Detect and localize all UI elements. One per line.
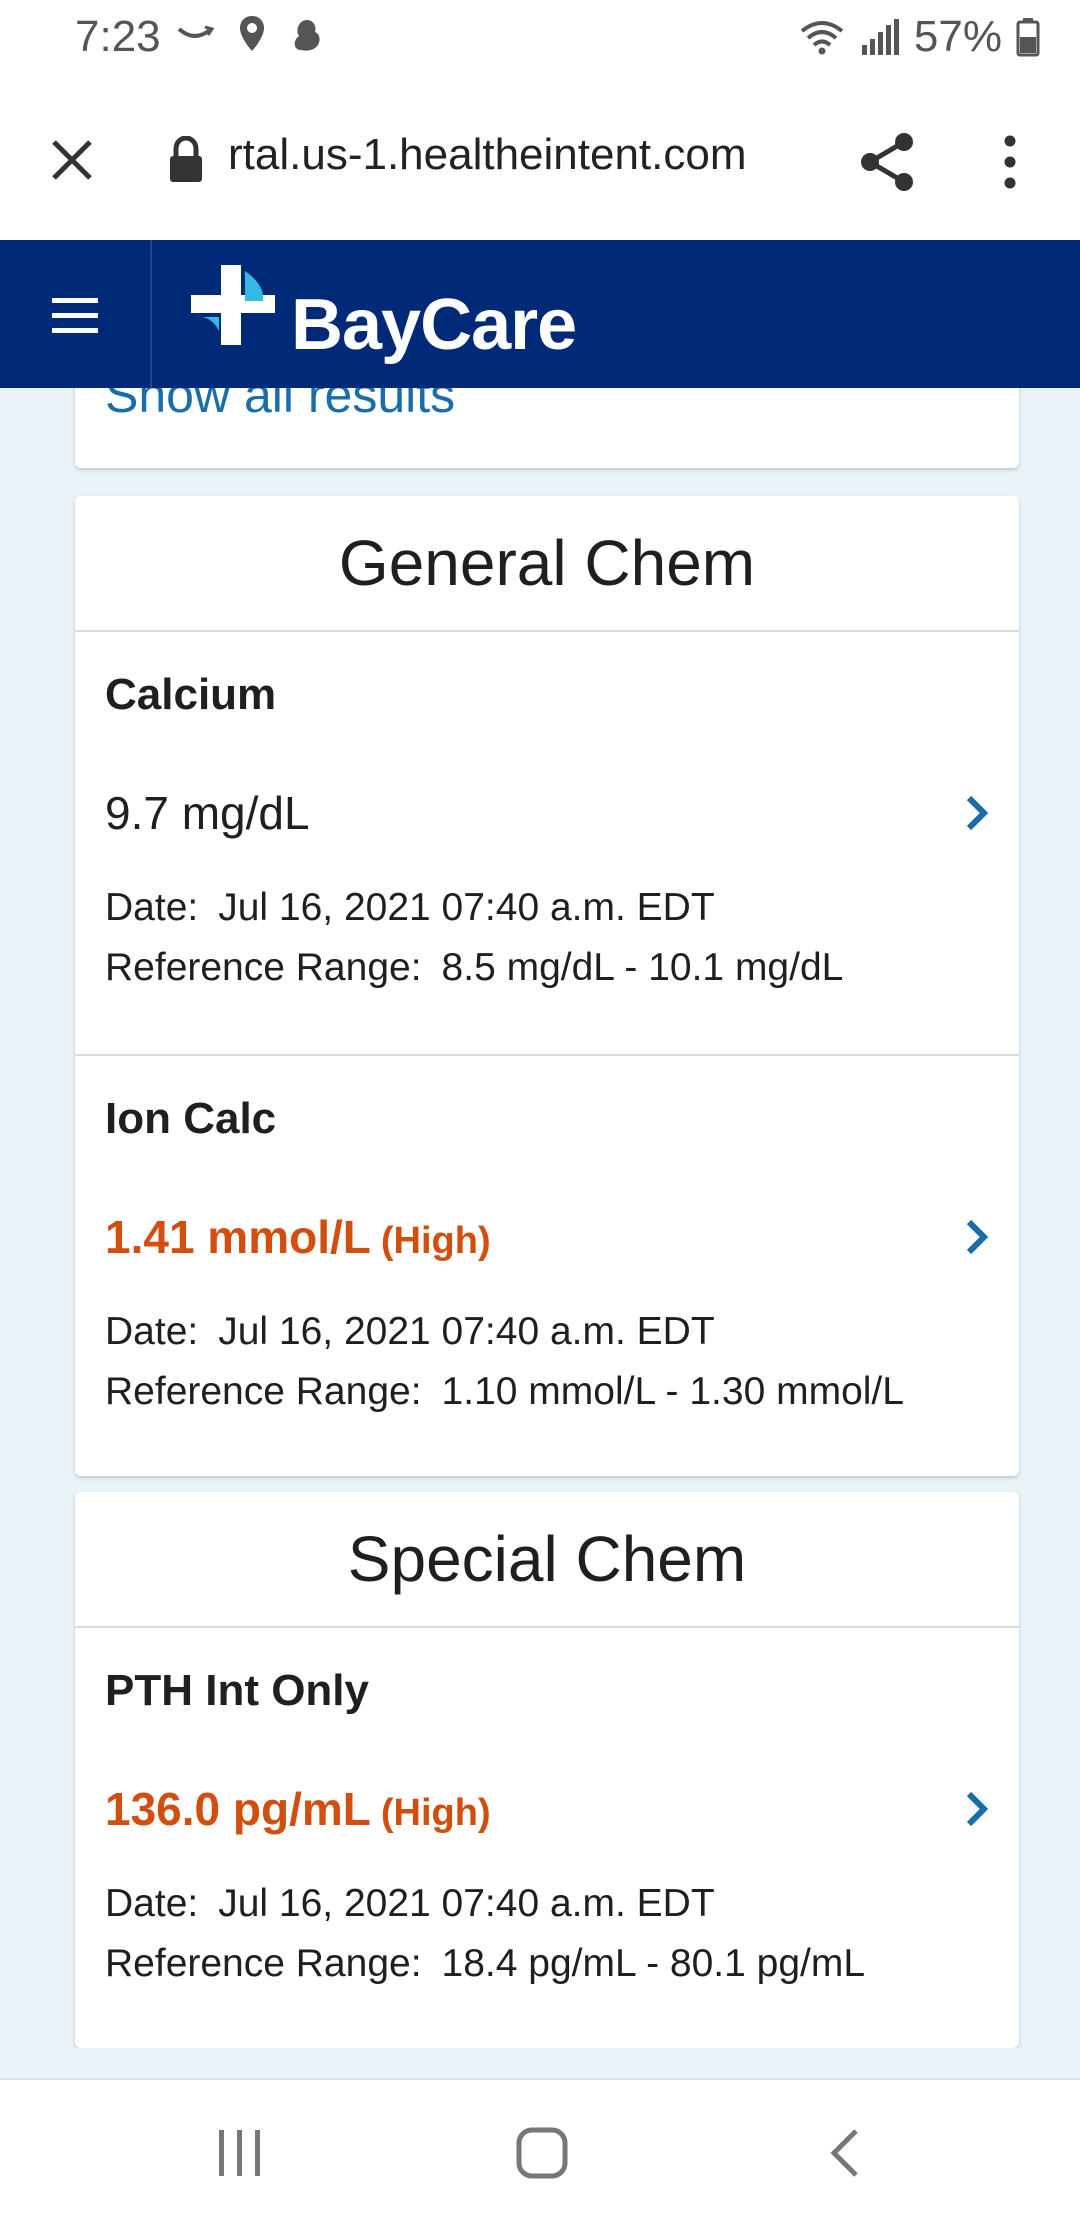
more-options-button[interactable] (980, 122, 1040, 202)
result-date: Jul 16, 2021 07:40 a.m. EDT (218, 886, 715, 929)
chevron-right-icon[interactable] (957, 1212, 997, 1262)
result-value: 1.41 mmol/L (High) (105, 1211, 491, 1263)
squirrel-icon (294, 20, 320, 51)
results-content: Show all results General Chem Calcium 9.… (0, 388, 1080, 2048)
high-flag: (High) (380, 1220, 491, 1262)
result-date: Jul 16, 2021 07:40 a.m. EDT (218, 1882, 715, 1925)
back-button[interactable] (800, 2116, 890, 2190)
result-name: PTH Int Only (105, 1666, 369, 1715)
status-bar: 7:23 57% (0, 0, 1080, 80)
result-name: Ion Calc (105, 1094, 277, 1143)
share-button[interactable] (848, 122, 928, 202)
home-button[interactable] (497, 2116, 587, 2190)
share-icon (861, 133, 913, 191)
result-meta: Date: Jul 16, 2021 07:40 a.m. EDT Referen… (105, 1310, 904, 1413)
result-value: 9.7 mg/dL (105, 787, 310, 839)
show-all-results-link[interactable]: Show all results (105, 388, 455, 424)
battery-percent: 57% (913, 12, 1002, 61)
brand-name: BayCare (291, 285, 577, 365)
hamburger-menu-button[interactable] (40, 280, 110, 350)
status-system-icons: 57% (798, 12, 1040, 62)
result-name: Calcium (105, 670, 277, 719)
result-item-ion-calc[interactable]: Ion Calc 1.41 mmol/L (High) Date: Jul 16, … (75, 1056, 1019, 1476)
baycare-cross-icon (191, 265, 275, 345)
header-divider (150, 240, 152, 388)
result-value: 136.0 pg/mL (High) (105, 1783, 491, 1835)
status-notification-icons (175, 14, 323, 54)
browser-toolbar: rtal.us-1.healtheintent.com (0, 80, 1080, 240)
recent-apps-button[interactable] (195, 2116, 285, 2190)
wifi-icon (800, 21, 844, 55)
baycare-logo[interactable]: BayCare (185, 254, 577, 366)
result-date: Jul 16, 2021 07:40 a.m. EDT (218, 1310, 715, 1353)
close-button[interactable] (38, 126, 106, 194)
result-item-calcium[interactable]: Calcium 9.7 mg/dL Date: Jul 16, 2021 07:4… (75, 632, 1019, 1056)
reference-range: 1.10 mmol/L - 1.30 mmol/L (441, 1370, 904, 1413)
hamburger-icon (52, 298, 98, 333)
previous-results-card: Show all results (75, 388, 1019, 468)
amazon-smile-icon (177, 25, 215, 38)
reference-range: 18.4 pg/mL - 80.1 pg/mL (441, 1942, 866, 1985)
chevron-right-icon[interactable] (957, 788, 997, 838)
result-meta: Date: Jul 16, 2021 07:40 a.m. EDT Referen… (105, 1882, 866, 1985)
reference-range: 8.5 mg/dL - 10.1 mg/dL (441, 946, 844, 989)
section-card-general-chem: General Chem Calcium 9.7 mg/dL Date: Jul … (75, 496, 1019, 1476)
system-nav-bar (0, 2078, 1080, 2222)
status-time: 7:23 (75, 12, 161, 61)
section-card-special-chem: Special Chem PTH Int Only 136.0 pg/mL (Hi… (75, 1492, 1019, 2048)
result-meta: Date: Jul 16, 2021 07:40 a.m. EDT Referen… (105, 886, 844, 989)
app-header: BayCare (0, 240, 1080, 388)
url-bar[interactable]: rtal.us-1.healtheintent.com (228, 130, 747, 180)
battery-icon (1016, 18, 1040, 57)
chevron-right-icon[interactable] (957, 1784, 997, 1834)
close-icon (52, 140, 92, 180)
high-flag: (High) (380, 1792, 491, 1834)
more-vert-icon (1004, 135, 1016, 189)
lock-icon (170, 136, 202, 182)
section-title: General Chem (75, 496, 1019, 632)
location-pin-icon (240, 16, 264, 51)
signal-icon (861, 19, 899, 55)
back-icon (830, 2129, 858, 2177)
result-item-pth-int-only[interactable]: PTH Int Only 136.0 pg/mL (High) Date: Jul … (75, 1628, 1019, 2048)
recent-apps-icon (219, 2130, 260, 2176)
section-title: Special Chem (75, 1492, 1019, 1628)
home-icon (516, 2127, 568, 2179)
